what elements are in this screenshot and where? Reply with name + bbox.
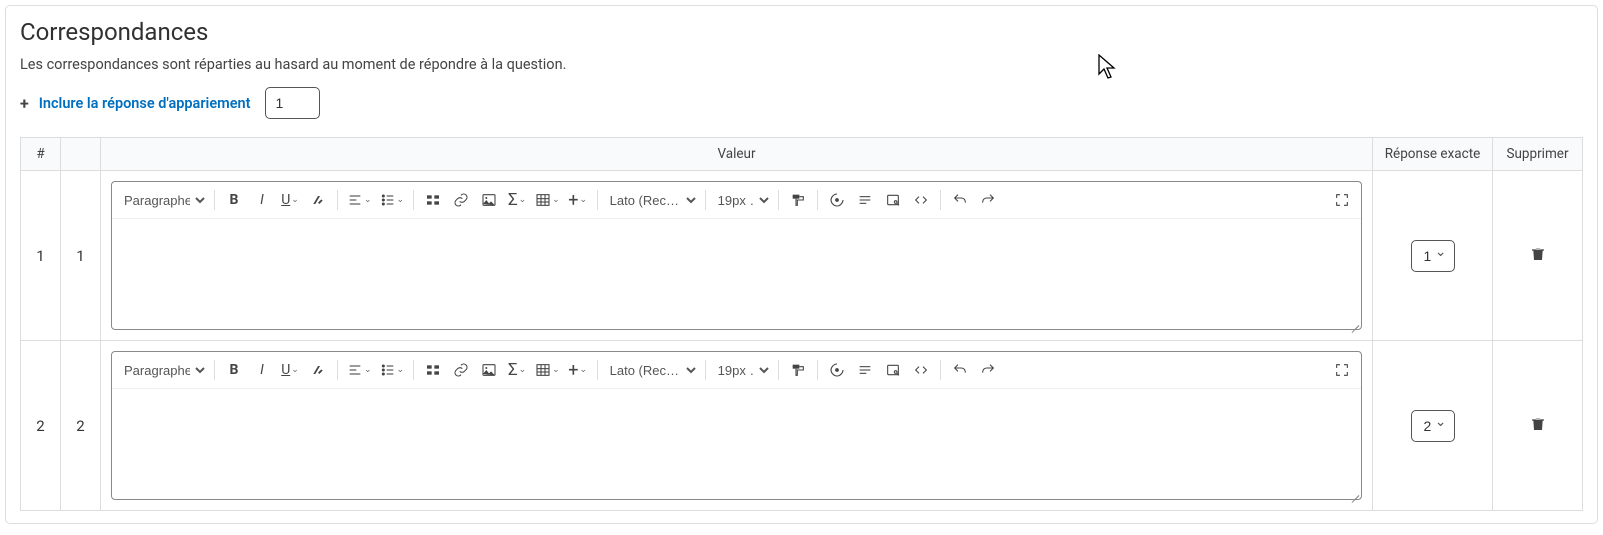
add-count-input[interactable] [265,87,320,119]
italic-button[interactable]: I [249,356,275,384]
source-button[interactable] [908,186,934,214]
table-button[interactable]: ⌄ [532,356,563,384]
link-button[interactable] [448,356,474,384]
rich-text-editor: Paragraphe B I U⌄ ⌄ ⌄ [111,351,1362,500]
row-exact-cell: 2 [1373,341,1493,511]
editor-toolbar: Paragraphe B I U⌄ ⌄ ⌄ [112,352,1361,389]
equation-button[interactable]: Σ⌄ [504,356,530,384]
row-index: 2 [21,341,61,511]
insert-stuff-button[interactable] [420,186,446,214]
rich-text-editor: Paragraphe B I U⌄ ⌄ ⌄ [111,181,1362,330]
font-select[interactable]: Lato (Recom… [604,358,699,383]
size-select[interactable]: 19px … [712,188,772,213]
insert-stuff-button[interactable] [420,356,446,384]
redo-button[interactable] [975,356,1001,384]
align-button[interactable]: ⌄ [344,356,375,384]
editor-content[interactable] [112,219,1361,329]
row-sub: 1 [61,171,101,341]
table-row: 1 1 Paragraphe B I U⌄ [21,171,1583,341]
list-button[interactable]: ⌄ [377,356,408,384]
col-header-index: # [21,138,61,171]
row-index: 1 [21,171,61,341]
underline-button[interactable]: U⌄ [277,356,303,384]
editor-toolbar: Paragraphe B I U⌄ ⌄ ⌄ [112,182,1361,219]
align-button[interactable]: ⌄ [344,186,375,214]
redo-button[interactable] [975,186,1001,214]
size-select[interactable]: 19px … [712,358,772,383]
wordcount-button[interactable] [852,186,878,214]
undo-button[interactable] [947,186,973,214]
row-value-cell: Paragraphe B I U⌄ ⌄ ⌄ [101,171,1373,341]
link-button[interactable] [448,186,474,214]
col-header-sub [61,138,101,171]
list-button[interactable]: ⌄ [377,186,408,214]
fullscreen-button[interactable] [1329,356,1355,384]
table-button[interactable]: ⌄ [532,186,563,214]
image-button[interactable] [476,356,502,384]
row-exact-cell: 1 [1373,171,1493,341]
add-match-link[interactable]: + Inclure la réponse d'appariement [20,94,251,113]
description-text: Les correspondances sont réparties au ha… [20,56,1583,73]
exact-answer-select[interactable]: 1 [1411,240,1455,272]
add-match-label: Inclure la réponse d'appariement [39,95,251,112]
correspondances-panel: Correspondances Les correspondances sont… [5,5,1598,524]
resize-grip[interactable] [1347,316,1359,328]
font-select[interactable]: Lato (Recom… [604,188,699,213]
format-painter-button[interactable] [785,186,811,214]
add-row: + Inclure la réponse d'appariement [20,87,1583,119]
bold-button[interactable]: B [221,186,247,214]
col-header-delete: Supprimer [1493,138,1583,171]
clear-format-button[interactable] [305,356,331,384]
row-sub: 2 [61,341,101,511]
row-delete-cell [1493,341,1583,511]
fullscreen-button[interactable] [1329,186,1355,214]
editor-content[interactable] [112,389,1361,499]
undo-button[interactable] [947,356,973,384]
col-header-value: Valeur [101,138,1373,171]
matches-table: # Valeur Réponse exacte Supprimer 1 1 Pa… [20,137,1583,511]
source-button[interactable] [908,356,934,384]
table-row: 2 2 Paragraphe B I U⌄ [21,341,1583,511]
row-delete-cell [1493,171,1583,341]
page-title: Correspondances [20,18,1583,46]
wordcount-button[interactable] [852,356,878,384]
delete-button[interactable] [1530,416,1546,432]
more-insert-button[interactable]: +⌄ [565,356,591,384]
clear-format-button[interactable] [305,186,331,214]
image-button[interactable] [476,186,502,214]
preview-button[interactable] [880,356,906,384]
more-insert-button[interactable]: +⌄ [565,186,591,214]
exact-answer-select[interactable]: 2 [1411,410,1455,442]
accessibility-button[interactable] [824,186,850,214]
equation-button[interactable]: Σ⌄ [504,186,530,214]
format-painter-button[interactable] [785,356,811,384]
bold-button[interactable]: B [221,356,247,384]
delete-button[interactable] [1530,246,1546,262]
paragraph-select[interactable]: Paragraphe [118,188,208,213]
col-header-exact: Réponse exacte [1373,138,1493,171]
resize-grip[interactable] [1347,486,1359,498]
paragraph-select[interactable]: Paragraphe [118,358,208,383]
row-value-cell: Paragraphe B I U⌄ ⌄ ⌄ [101,341,1373,511]
preview-button[interactable] [880,186,906,214]
underline-button[interactable]: U⌄ [277,186,303,214]
italic-button[interactable]: I [249,186,275,214]
plus-icon: + [20,94,29,113]
accessibility-button[interactable] [824,356,850,384]
